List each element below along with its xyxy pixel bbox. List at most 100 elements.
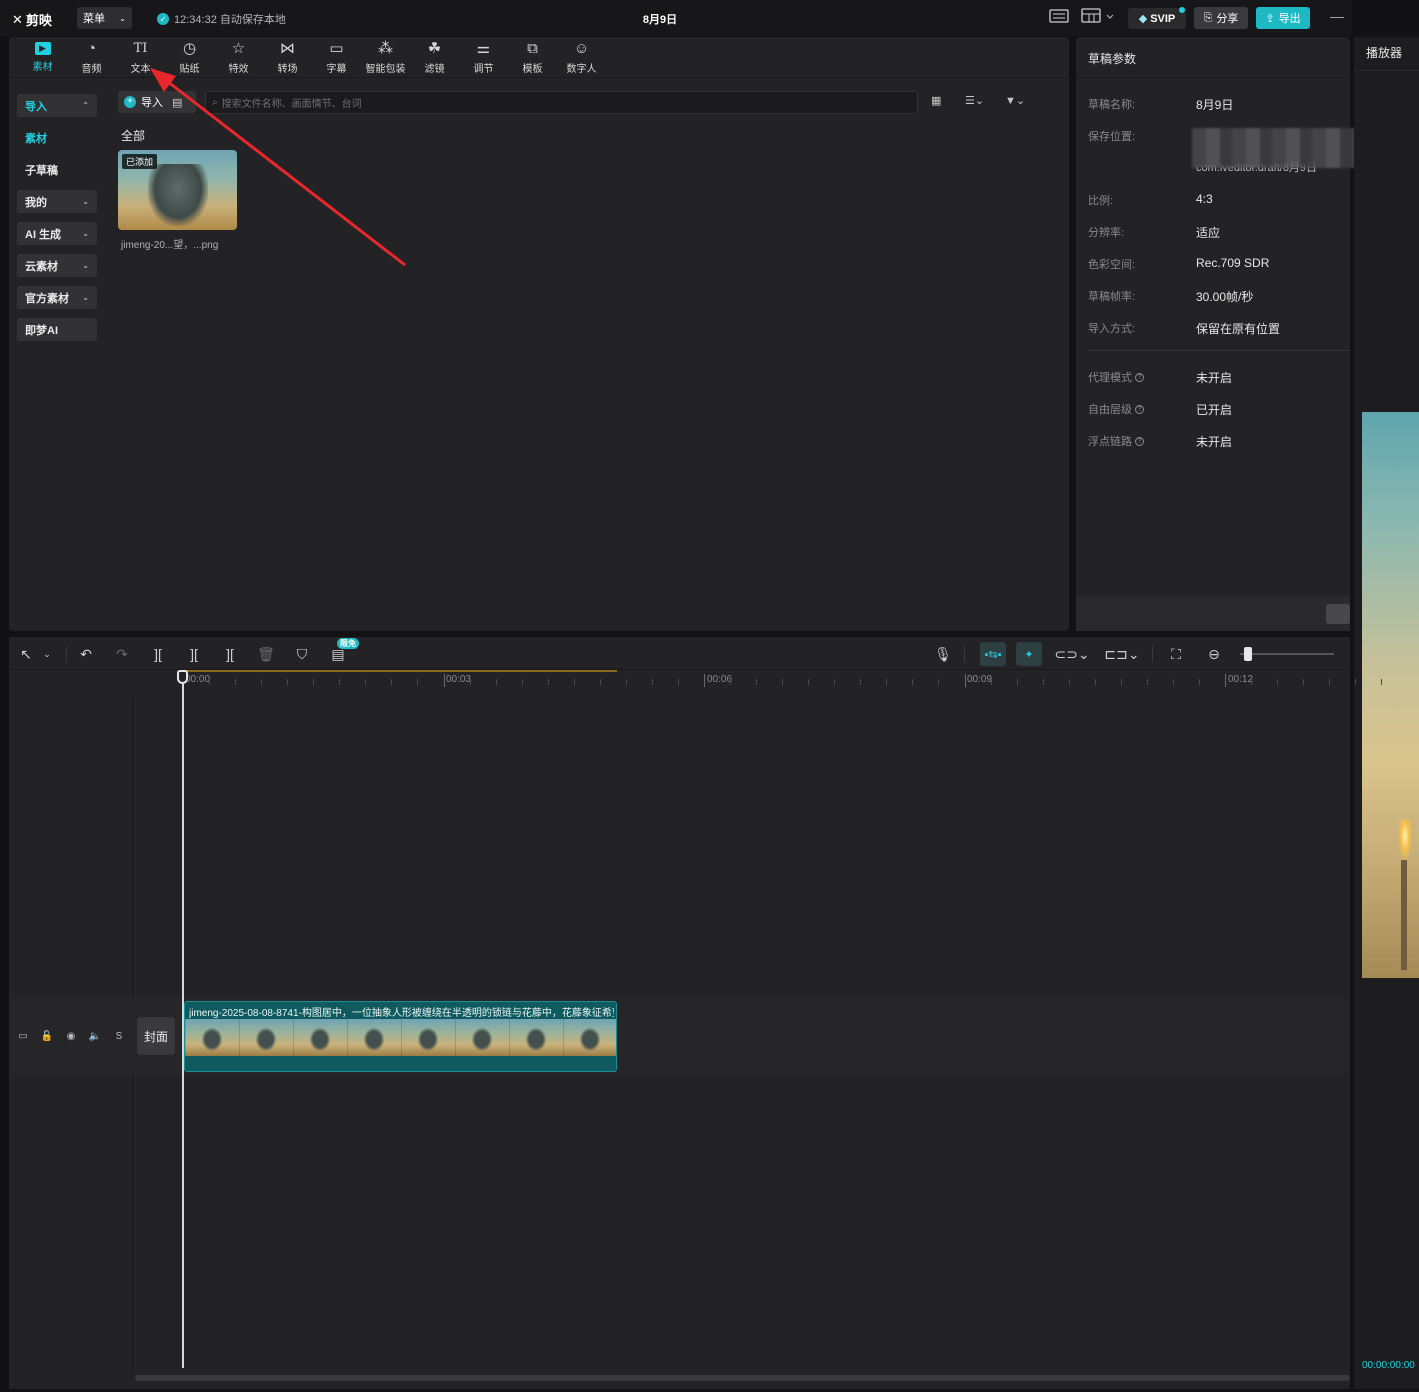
sidebar-item-label: 官方素材	[25, 292, 69, 305]
undo-icon[interactable]: ↶	[77, 645, 95, 663]
ruler-tick	[469, 679, 471, 685]
eye-icon[interactable]: ◉	[64, 1030, 78, 1044]
svip-button[interactable]: ◆ SVIP	[1128, 8, 1186, 29]
solo-toggle[interactable]: S	[112, 1030, 126, 1044]
auto-snap-icon[interactable]: ✦	[1016, 642, 1042, 666]
sidebar-item-jimeng[interactable]: 即梦AI	[17, 318, 97, 341]
timeline-ruler[interactable]: 00:00 00:03 00:06 00:09 00:12	[133, 671, 1383, 689]
minimize-icon[interactable]: —	[1328, 8, 1346, 26]
shortcuts-icon[interactable]	[1048, 8, 1070, 26]
sidebar-item-subdraft[interactable]: 子草稿	[17, 158, 97, 181]
tab-text[interactable]: TI 文本	[116, 37, 165, 78]
sidebar-item-label: 素材	[25, 132, 47, 145]
select-cursor-icon[interactable]: ↖	[17, 645, 35, 663]
tab-audio[interactable]: ◔ 音频	[67, 37, 116, 78]
prop-label: 草稿帧率:	[1088, 291, 1136, 303]
zoom-slider-handle[interactable]	[1244, 647, 1252, 661]
prop-value: 适应	[1196, 226, 1221, 240]
playhead[interactable]	[182, 684, 184, 1368]
modify-button[interactable]	[1326, 604, 1350, 624]
trim-right-icon[interactable]: ][	[221, 645, 239, 663]
cover-button[interactable]: 封面	[137, 1017, 175, 1055]
microphone-icon[interactable]: 🎙	[934, 645, 952, 663]
sidebar-item-label: 云素材	[25, 260, 58, 273]
sidebar-item-media[interactable]: 素材	[17, 126, 97, 149]
link-icon[interactable]: ⊂⊃⌄	[1054, 645, 1090, 663]
ruler-tick	[886, 679, 888, 685]
chevron-down-icon[interactable]: ⌄	[38, 645, 56, 663]
share-button[interactable]: ⎘ 分享	[1194, 7, 1248, 29]
ruler-tick	[1303, 679, 1305, 685]
help-icon[interactable]: ?	[1135, 404, 1144, 414]
search-input[interactable]: ⌕ 搜索文件名称、画面情节、台词	[205, 91, 918, 114]
ruler-tick	[1329, 679, 1331, 685]
ruler-tick	[808, 679, 810, 685]
timeline-scrollbar[interactable]	[135, 1375, 1350, 1381]
filter-funnel-icon[interactable]: ▼⌄	[1005, 94, 1025, 110]
menu-button[interactable]: 菜单 ⌄	[77, 7, 132, 29]
trim-left-icon[interactable]: ][	[185, 645, 203, 663]
preview-axis-icon[interactable]: ⊏⊐⌄	[1104, 645, 1140, 663]
help-icon[interactable]: ?	[1135, 372, 1144, 382]
tab-transition[interactable]: ⋈ 转场	[263, 37, 312, 78]
sidebar-item-mine[interactable]: 我的 ⌄	[17, 190, 97, 213]
tab-effects[interactable]: ☆ 特效	[214, 37, 263, 78]
ruler-tick	[1120, 679, 1122, 685]
player-title: 播放器	[1366, 46, 1403, 60]
tab-filter[interactable]: ☘ 滤镜	[410, 37, 459, 78]
media-thumbnail[interactable]: 已添加	[118, 150, 237, 230]
sidebar-item-official[interactable]: 官方素材 ⌄	[17, 286, 97, 309]
prop-label: 导入方式:	[1088, 323, 1136, 335]
shield-icon[interactable]: ⛉	[293, 645, 311, 663]
redacted-path	[1192, 128, 1360, 168]
sidebar-item-cloud[interactable]: 云素材 ⌄	[17, 254, 97, 277]
ruler-tick	[1251, 679, 1253, 685]
tab-template[interactable]: ⧉ 模板	[508, 37, 557, 78]
ruler-tick	[547, 679, 549, 685]
video-clip[interactable]: jimeng-2025-08-08-8741-构图居中，一位抽象人形被缠绕在半透…	[184, 1001, 617, 1072]
divider	[964, 646, 965, 662]
ruler-tick	[235, 679, 237, 685]
clip-filmstrip-figures	[185, 1019, 616, 1056]
tab-smart-package[interactable]: ⁂ 智能包装	[361, 37, 410, 78]
fit-timeline-icon[interactable]: ⛶	[1167, 645, 1185, 663]
ruler-tick	[834, 679, 836, 685]
sticker-icon: ◷	[182, 39, 197, 57]
help-icon[interactable]: ?	[1135, 436, 1144, 446]
zoom-out-icon[interactable]: ⊖	[1205, 645, 1223, 663]
sidebar-item-import[interactable]: 导入 ⌃	[17, 94, 97, 117]
sidebar-item-ai-generate[interactable]: AI 生成 ⌄	[17, 222, 97, 245]
check-circle-icon: ✓	[157, 13, 169, 25]
filmstrip-frame	[239, 1019, 293, 1056]
delete-icon[interactable]: 🗑	[257, 645, 275, 663]
ruler-tick	[443, 674, 445, 687]
speaker-icon[interactable]: 🔈	[88, 1030, 102, 1044]
zoom-slider[interactable]	[1240, 653, 1334, 655]
sidebar-item-label: 我的	[25, 196, 47, 209]
tab-media[interactable]: ▶ 素材	[18, 37, 67, 78]
tab-adjust[interactable]: ⚌ 调节	[459, 37, 508, 78]
import-button[interactable]: + 导入 ▤	[118, 91, 196, 113]
tab-sticker[interactable]: ◷ 贴纸	[165, 37, 214, 78]
ruler-tick	[1381, 679, 1383, 685]
tab-digital-human[interactable]: ☺ 数字人	[557, 37, 606, 78]
main-track-magnet-icon[interactable]: ▪⇆▪	[980, 642, 1006, 666]
playhead-handle[interactable]	[177, 670, 188, 684]
filmstrip-frame	[293, 1019, 347, 1056]
ruler-tick	[1068, 679, 1070, 685]
redo-icon[interactable]: ↷	[113, 645, 131, 663]
ruler-tick	[521, 679, 523, 685]
tab-subtitle[interactable]: ▭ 字幕	[312, 37, 361, 78]
document-title: 8月9日	[642, 14, 678, 26]
filmstrip-frame	[563, 1019, 616, 1056]
player-preview[interactable]	[1362, 412, 1419, 978]
share-label: 分享	[1216, 13, 1239, 25]
grid-view-icon[interactable]: ▦	[931, 94, 941, 110]
split-icon[interactable]: ][	[149, 645, 167, 663]
divider	[1088, 350, 1350, 351]
sort-icon[interactable]: ☰⌄	[965, 94, 984, 110]
ruler-label: 00:06	[707, 674, 733, 685]
export-button[interactable]: ⇪ 导出	[1256, 7, 1310, 29]
lock-icon[interactable]: 🔓	[40, 1030, 54, 1044]
layout-icon[interactable]	[1080, 8, 1116, 26]
